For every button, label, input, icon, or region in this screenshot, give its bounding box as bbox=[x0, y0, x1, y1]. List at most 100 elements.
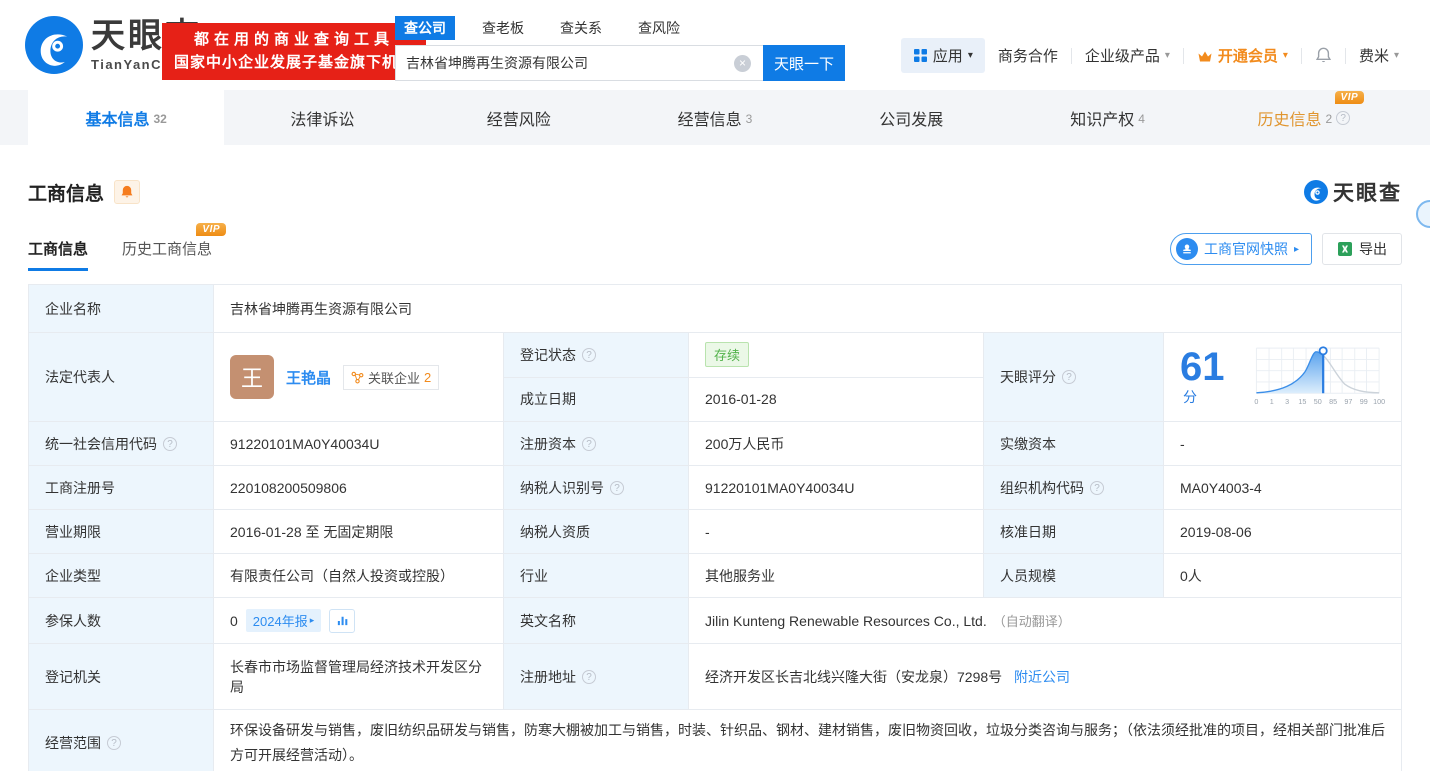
industry-value: 其他服务业 bbox=[689, 554, 984, 598]
vip-badge: VIP bbox=[196, 223, 226, 236]
svg-text:0: 0 bbox=[1255, 397, 1259, 406]
tab-basic-info[interactable]: 基本信息 32 bbox=[28, 90, 224, 145]
auto-translate-note: （自动翻译） bbox=[993, 614, 1071, 629]
nav-apps[interactable]: 应用 ▾ bbox=[901, 38, 985, 73]
tab-intellectual-property[interactable]: 知识产权 4 bbox=[1009, 90, 1205, 145]
svg-text:99: 99 bbox=[1360, 397, 1368, 406]
table-row: 企业名称 吉林省坤腾再生资源有限公司 bbox=[29, 285, 1402, 333]
reg-number-value: 220108200509806 bbox=[214, 466, 504, 510]
tab-count: 2 bbox=[1325, 112, 1332, 126]
page: 天眼查 TianYanCha.com 都在用的商业查询工具 国家中小企业发展子基… bbox=[0, 0, 1430, 771]
field-label: 注册资本? bbox=[504, 422, 689, 466]
help-icon[interactable]: ? bbox=[582, 670, 596, 684]
field-label: 纳税人识别号? bbox=[504, 466, 689, 510]
chevron-down-icon: ▾ bbox=[968, 50, 973, 61]
help-icon[interactable]: ? bbox=[163, 437, 177, 451]
field-label: 组织机构代码? bbox=[984, 466, 1164, 510]
search-tab-relation[interactable]: 查关系 bbox=[551, 16, 611, 40]
chevron-down-icon: ▾ bbox=[1394, 50, 1399, 61]
tab-operation-risk[interactable]: 经营风险 bbox=[421, 90, 617, 145]
field-label: 登记机关 bbox=[29, 644, 214, 710]
company-type-value: 有限责任公司（自然人投资或控股） bbox=[214, 554, 504, 598]
search-button[interactable]: 天眼一下 bbox=[763, 45, 845, 81]
help-icon[interactable]: ? bbox=[1062, 370, 1076, 384]
svg-text:85: 85 bbox=[1330, 397, 1338, 406]
field-label: 实缴资本 bbox=[984, 422, 1164, 466]
address-value: 经济开发区长吉北线兴隆大街（安龙泉）7298号 bbox=[705, 669, 1002, 685]
field-label: 统一社会信用代码? bbox=[29, 422, 214, 466]
legal-rep-avatar[interactable]: 王 bbox=[230, 355, 274, 399]
business-term-value: 2016-01-28 至 无固定期限 bbox=[214, 510, 504, 554]
official-snapshot-button[interactable]: 工商官网快照 ▸ bbox=[1170, 233, 1312, 265]
watermark-logo: 天眼查 bbox=[1304, 177, 1402, 207]
company-name-value: 吉林省坤腾再生资源有限公司 bbox=[214, 285, 1402, 333]
search-tab-company[interactable]: 查公司 bbox=[395, 16, 455, 40]
chevron-right-icon: ▸ bbox=[310, 615, 315, 626]
field-label: 经营范围? bbox=[29, 710, 214, 771]
help-icon[interactable]: ? bbox=[610, 481, 624, 495]
help-icon[interactable]: ? bbox=[1090, 481, 1104, 495]
help-icon[interactable]: ? bbox=[107, 736, 121, 750]
field-label: 企业名称 bbox=[29, 285, 214, 333]
nav-cooperation[interactable]: 商务合作 bbox=[985, 45, 1071, 66]
taxpayer-id-value: 91220101MA0Y40034U bbox=[689, 466, 984, 510]
svg-text:1: 1 bbox=[1270, 397, 1274, 406]
field-label: 法定代表人 bbox=[29, 333, 214, 422]
search-input[interactable] bbox=[395, 45, 763, 81]
table-row: 经营范围? 环保设备研发与销售，废旧纺织品研发与销售，防寒大棚被加工与销售，时装… bbox=[29, 710, 1402, 771]
logo-swirl-icon bbox=[1304, 180, 1328, 204]
vip-badge: VIP bbox=[1335, 91, 1365, 104]
nav-user[interactable]: 费米 ▾ bbox=[1346, 45, 1412, 66]
table-row: 工商注册号 220108200509806 纳税人识别号? 91220101MA… bbox=[29, 466, 1402, 510]
help-icon[interactable]: ? bbox=[582, 348, 596, 362]
field-label: 参保人数 bbox=[29, 598, 214, 644]
nav-enterprise[interactable]: 企业级产品 ▾ bbox=[1072, 45, 1183, 66]
nearby-companies-link[interactable]: 附近公司 bbox=[1014, 669, 1070, 685]
main-tabbar: 基本信息 32 法律诉讼 经营风险 经营信息 3 公司发展 知识产权 4 bbox=[0, 90, 1430, 145]
logo-swirl-icon bbox=[25, 16, 83, 74]
monitor-bell-button[interactable] bbox=[114, 180, 140, 204]
clear-search-icon[interactable]: × bbox=[734, 55, 751, 72]
slogan-line2: 国家中小企业发展子基金旗下机构 bbox=[174, 52, 414, 75]
nav-open-vip[interactable]: 开通会员 ▾ bbox=[1184, 45, 1301, 66]
export-button[interactable]: 导出 bbox=[1322, 233, 1402, 265]
help-icon[interactable]: ? bbox=[1336, 111, 1350, 125]
bell-icon bbox=[120, 185, 134, 199]
table-row: 统一社会信用代码? 91220101MA0Y40034U 注册资本? 200万人… bbox=[29, 422, 1402, 466]
top-nav: 应用 ▾ 商务合作 企业级产品 ▾ 开通会员 ▾ bbox=[901, 38, 1412, 73]
field-label: 登记状态? bbox=[504, 333, 689, 378]
svg-text:50: 50 bbox=[1314, 397, 1322, 406]
score-distribution-chart: 0 1 3 15 50 85 97 99 100 bbox=[1251, 341, 1385, 413]
table-row: 参保人数 0 2024年报 ▸ bbox=[29, 598, 1402, 644]
field-label: 核准日期 bbox=[984, 510, 1164, 554]
legal-rep-name-link[interactable]: 王艳晶 bbox=[286, 367, 331, 388]
tab-legal-litigation[interactable]: 法律诉讼 bbox=[224, 90, 420, 145]
tab-count: 32 bbox=[153, 112, 166, 126]
svg-text:15: 15 bbox=[1299, 397, 1307, 406]
establish-date-value: 2016-01-28 bbox=[689, 377, 984, 422]
taxpayer-quality-value: - bbox=[689, 510, 984, 554]
nav-notifications[interactable] bbox=[1302, 47, 1345, 64]
tab-operation-info[interactable]: 经营信息 3 bbox=[617, 90, 813, 145]
search-tab-boss[interactable]: 查老板 bbox=[473, 16, 533, 40]
crown-icon bbox=[1197, 49, 1213, 63]
subtab-history-business-info[interactable]: VIP 历史工商信息 bbox=[122, 238, 212, 271]
field-label: 营业期限 bbox=[29, 510, 214, 554]
bar-chart-icon bbox=[336, 614, 349, 627]
subtab-business-info[interactable]: 工商信息 bbox=[28, 238, 88, 271]
main-content: 工商信息 天眼查 工商信息 bbox=[0, 177, 1430, 771]
search-tab-risk[interactable]: 查风险 bbox=[629, 16, 689, 40]
tab-history-info[interactable]: VIP 历史信息 2 ? bbox=[1206, 90, 1402, 145]
header: 天眼查 TianYanCha.com 都在用的商业查询工具 国家中小企业发展子基… bbox=[0, 0, 1430, 90]
insured-trend-button[interactable] bbox=[329, 609, 355, 633]
bell-icon bbox=[1315, 47, 1332, 64]
svg-text:97: 97 bbox=[1345, 397, 1353, 406]
field-label: 企业类型 bbox=[29, 554, 214, 598]
approval-date-value: 2019-08-06 bbox=[1164, 510, 1402, 554]
tab-company-development[interactable]: 公司发展 bbox=[813, 90, 1009, 145]
related-companies-badge[interactable]: 关联企业 2 bbox=[343, 365, 439, 390]
help-icon[interactable]: ? bbox=[582, 437, 596, 451]
field-label: 天眼评分? bbox=[984, 333, 1164, 422]
tab-count: 3 bbox=[746, 112, 753, 126]
annual-report-badge[interactable]: 2024年报 ▸ bbox=[246, 609, 321, 632]
